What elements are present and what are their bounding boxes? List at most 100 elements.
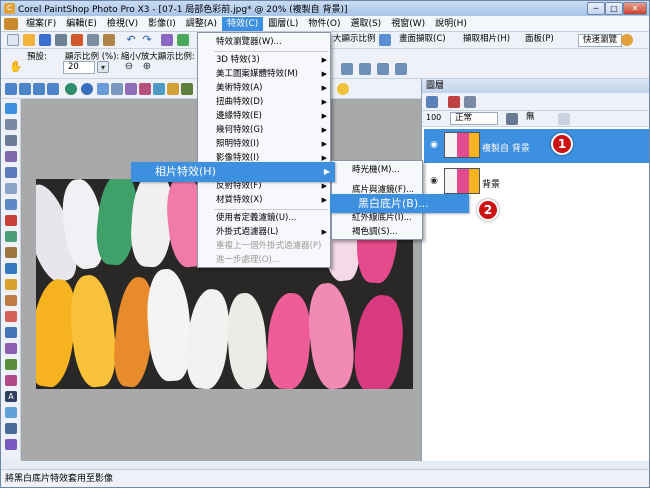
retouch-icon[interactable] [139, 83, 151, 95]
eraser-tool-icon[interactable] [5, 311, 17, 322]
menu-view[interactable]: 檢視(V) [102, 17, 143, 31]
new-file-icon[interactable] [7, 34, 19, 46]
visibility-eye-icon[interactable]: ◉ [428, 175, 440, 187]
fit-image-icon[interactable] [377, 63, 389, 75]
menu-item-plugins[interactable]: 外掛式過濾器(L) ▶ [198, 225, 330, 239]
fill-tool-icon[interactable] [5, 375, 17, 386]
move-tool-icon[interactable] [5, 135, 17, 146]
menu-item-art-media-effects[interactable]: 美工圖案媒體特效(M) ▶ [198, 67, 330, 81]
brush-variance-icon[interactable] [5, 439, 17, 450]
menu-item-geometric-effects[interactable]: 幾何特效(G) ▶ [198, 123, 330, 137]
link-icon[interactable] [558, 113, 570, 125]
new-layer-icon[interactable] [426, 96, 438, 108]
menu-objects[interactable]: 物件(O) [303, 17, 345, 31]
thumbnail-icon[interactable] [19, 83, 31, 95]
straighten-tool-icon[interactable] [5, 199, 17, 210]
delete-layer-icon[interactable] [448, 96, 460, 108]
open-folder-icon[interactable] [23, 34, 35, 46]
levels-icon[interactable] [181, 83, 193, 95]
menu-item-distortion-effects[interactable]: 扭曲特效(D) ▶ [198, 95, 330, 109]
submenu-item-sepia-toning[interactable]: 褐色調(S)... [332, 225, 422, 239]
menu-window[interactable]: 視窗(W) [386, 17, 430, 31]
menu-edit[interactable]: 編輯(E) [61, 17, 102, 31]
selection-tool-icon[interactable] [5, 151, 17, 162]
submenu-item-black-and-white-film-highlighted[interactable]: 黑白底片(B)... [330, 194, 469, 213]
menu-item-effects-browser[interactable]: 特效瀏覽器(W)... [198, 35, 330, 49]
globe-icon[interactable] [81, 83, 93, 95]
pen-tool-icon[interactable] [5, 423, 17, 434]
submenu-item-time-machine[interactable]: 時光機(M)... [332, 163, 422, 177]
layer-properties-icon[interactable] [464, 96, 476, 108]
paint-brush-icon[interactable] [5, 327, 17, 338]
pick-tool-icon[interactable] [5, 119, 17, 130]
toolbar-zoom-label[interactable]: 大顯示比例 [329, 34, 380, 47]
help-icon[interactable] [621, 34, 633, 46]
menu-file[interactable]: 檔案(F) [21, 17, 61, 31]
menu-help[interactable]: 說明(H) [430, 17, 472, 31]
menu-layers[interactable]: 圖層(L) [263, 17, 303, 31]
menu-item-photo-effects-highlighted[interactable]: 相片特效(H) ▶ [131, 162, 335, 182]
opacity-value[interactable]: 100 [426, 113, 441, 122]
color-wheel-icon[interactable] [65, 83, 77, 95]
smart-fix-icon[interactable] [167, 83, 179, 95]
undo-icon[interactable]: ↶ [125, 34, 137, 46]
menu-item-texture-effects[interactable]: 材質特效(X) ▶ [198, 193, 330, 207]
copy-icon[interactable] [87, 34, 99, 46]
sharpen-icon[interactable] [153, 83, 165, 95]
browse-icon[interactable] [5, 83, 17, 95]
redo-icon[interactable]: ↷ [141, 34, 153, 46]
zoom-percent-input[interactable]: 20 [63, 61, 95, 74]
smudge-tool-icon[interactable] [5, 295, 17, 306]
crop-tool-icon[interactable] [5, 183, 17, 194]
text-tool-icon[interactable]: A [5, 391, 17, 402]
adjust-icon[interactable] [177, 34, 189, 46]
dodge-tool-icon[interactable] [5, 279, 17, 290]
system-menu-icon[interactable] [4, 17, 18, 30]
dropper-tool-icon[interactable] [5, 167, 17, 178]
zoom-in-icon[interactable]: ⊕ [141, 61, 153, 73]
menu-image[interactable]: 影像(I) [143, 17, 181, 31]
warp-brush-icon[interactable] [5, 359, 17, 370]
capture-photo-button[interactable]: 擷取相片(H) [459, 34, 514, 47]
shape-tool-icon[interactable] [5, 407, 17, 418]
print-icon[interactable] [55, 34, 67, 46]
submenu-item-infrared-film[interactable]: 紅外線底片(I)... [332, 211, 422, 225]
pan-hand-icon[interactable]: ✋ [9, 61, 23, 73]
menu-item-3d-effects[interactable]: 3D 特效(3) ▶ [198, 53, 330, 67]
paste-icon[interactable] [103, 34, 115, 46]
light-bulb-icon[interactable] [337, 83, 349, 95]
menu-selections[interactable]: 選取(S) [345, 17, 386, 31]
zoom-actual-size-icon[interactable] [341, 63, 353, 75]
menu-item-illumination-effects[interactable]: 照明特效(I) ▶ [198, 137, 330, 151]
effects-browser-icon[interactable] [161, 34, 173, 46]
brush-icon[interactable] [506, 113, 518, 125]
menu-adjust[interactable]: 調整(A) [181, 17, 222, 31]
organizer-icon[interactable] [47, 83, 59, 95]
pan-tool-icon[interactable] [5, 103, 17, 114]
palettes-button[interactable]: 面板(P) [521, 34, 558, 47]
zoom-dropdown-icon[interactable]: ▾ [97, 61, 109, 73]
visibility-eye-icon[interactable]: ◉ [428, 139, 440, 151]
screen-capture-button[interactable]: 畫面擷取(C) [395, 34, 450, 47]
rotate-icon[interactable] [97, 83, 109, 95]
fit-window-icon[interactable] [359, 63, 371, 75]
layout-select[interactable]: 快速瀏覽 [578, 34, 623, 47]
menu-item-edge-effects[interactable]: 邊緣特效(E) ▶ [198, 109, 330, 123]
crop-icon[interactable] [111, 83, 123, 95]
fit-screen-icon[interactable] [395, 63, 407, 75]
save-icon[interactable] [39, 34, 51, 46]
scratch-remover-icon[interactable] [5, 263, 17, 274]
makeover-tool-icon[interactable] [5, 231, 17, 242]
clone-tool-icon[interactable] [5, 247, 17, 258]
zoom-out-icon[interactable]: ⊖ [123, 61, 135, 73]
blend-mode-select[interactable]: 正常 [450, 112, 498, 125]
layer-row-copy[interactable]: ◉ 複製自 背景 [424, 129, 649, 163]
maximize-button[interactable]: □ [605, 2, 623, 15]
gallery-icon[interactable] [33, 83, 45, 95]
airbrush-icon[interactable] [5, 343, 17, 354]
menu-effects[interactable]: 特效(C) [221, 16, 264, 31]
red-eye-icon[interactable] [125, 83, 137, 95]
minimize-button[interactable]: ─ [587, 2, 605, 15]
red-eye-tool-icon[interactable] [5, 215, 17, 226]
menu-item-user-defined-filter[interactable]: 使用者定義濾鏡(U)... [198, 211, 330, 225]
